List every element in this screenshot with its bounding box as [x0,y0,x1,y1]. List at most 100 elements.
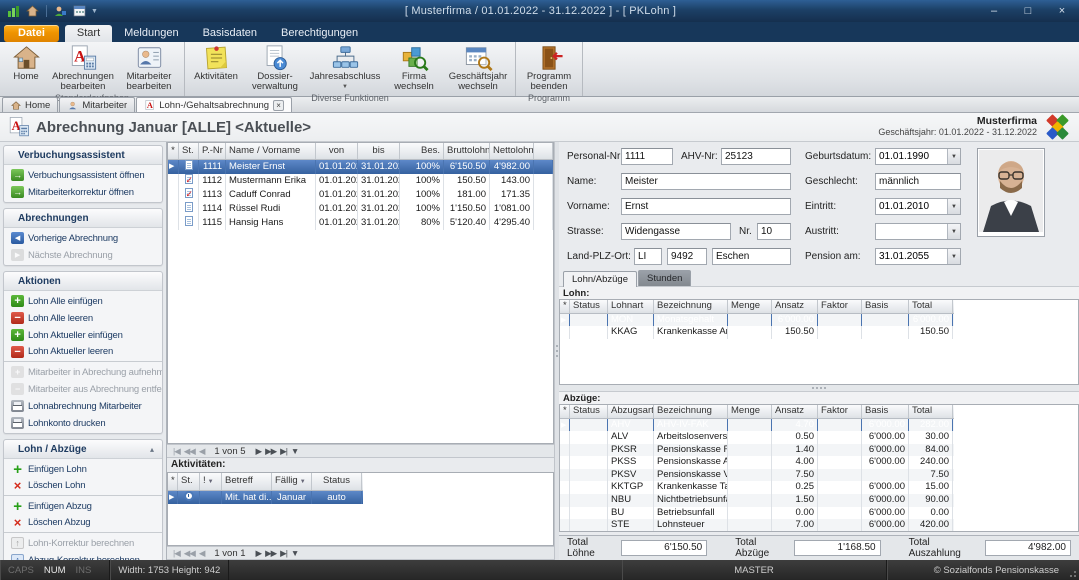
col-basis[interactable]: Basis [862,300,909,313]
section-header[interactable]: Lohn / Abzüge▴ [4,440,162,459]
pension-am-field[interactable] [876,249,947,264]
col-menge[interactable]: Menge [728,405,772,418]
home-button[interactable]: Home [2,43,50,93]
col-bezeichnung[interactable]: Bezeichnung [654,405,728,418]
ort-field[interactable] [712,248,791,265]
section-header[interactable]: Verbuchungsassistent [4,146,162,165]
col-pnr[interactable]: P.-Nr [199,143,226,159]
ribbon-tab[interactable]: Start [65,25,112,42]
combo-dropdown-icon[interactable]: ▼ [947,149,960,164]
pager-prevpage-icon[interactable]: ◀◀ [184,446,195,457]
pager-filter-icon[interactable]: ▼ [291,446,298,456]
sidebar-item[interactable]: Abzug-Korrektur berechnen [4,553,162,560]
pager-next-icon[interactable]: ▶ [256,548,262,559]
ribbon-tab[interactable]: Meldungen [112,25,190,42]
col-bes[interactable]: Bes. [400,143,444,159]
ahv-nr-field[interactable] [721,148,791,165]
col-netto[interactable]: Nettolohn [490,143,534,159]
filter-icon[interactable]: ▼ [300,479,306,485]
tab-lohn-gehaltsabrechnung[interactable]: A Lohn-/Gehaltsabrechnung × [136,97,292,112]
land-field[interactable] [634,248,662,265]
col-name[interactable]: Name / Vorname [226,143,316,159]
aktivitaeten-button[interactable]: Aktivitäten [187,43,245,93]
austritt-field[interactable] [876,224,947,239]
col-prio[interactable]: !▼ [200,473,222,490]
abzug-row[interactable]: STE Lohnsteuer 7.00 6'000.00 420.00 [560,519,954,532]
ribbon-tab[interactable]: Datei [4,25,59,42]
activity-row[interactable]: Mit. hat di... Januar auto [168,491,363,504]
col-total[interactable]: Total [909,405,953,418]
sidebar-item[interactable]: Lohnkonto drucken [4,416,162,430]
col-lohnart[interactable]: Lohnart [608,300,654,313]
col-st[interactable]: St. [178,473,200,490]
close-button[interactable]: × [1045,1,1079,21]
vorname-field[interactable] [621,198,791,215]
pager-nextpage-icon[interactable]: ▶▶ [265,446,276,457]
col-status[interactable]: Status [312,473,362,490]
lohn-row[interactable]: MON Monatsgehalt 6'000.00 6'000.00 [560,314,954,327]
calendar-quick-icon[interactable] [72,4,87,18]
sidebar-item[interactable]: Lohn-Korrektur berechnen [4,536,162,550]
section-header[interactable]: Aktionen [4,272,162,291]
col-total[interactable]: Total [909,300,953,313]
col-status[interactable]: Status [570,300,608,313]
pager-prev-icon[interactable]: ◀ [199,446,205,457]
detail-tab[interactable]: Lohn/Abzüge [563,271,637,287]
abzug-row[interactable]: PKSS Pensionskasse Alte... 4.00 6'000.00… [560,456,954,469]
lohn-row[interactable]: KKAG Krankenkasse Arbeitg... 150.50 150.… [560,326,954,339]
tab-mitarbeiter[interactable]: Mitarbeiter [59,97,135,112]
pager-last-icon[interactable]: ▶| [280,548,287,559]
pager-first-icon[interactable]: |◀ [173,548,180,559]
firma-wechseln-button[interactable]: Firma wechseln [385,43,443,93]
abzug-row[interactable]: PKSV Pensionskasse Ver... 7.50 7.50 [560,469,954,482]
col-brutto[interactable]: Bruttolohn [444,143,490,159]
name-field[interactable] [621,173,791,190]
col-ansatz[interactable]: Ansatz [772,405,818,418]
col-ansatz[interactable]: Ansatz [772,300,818,313]
sidebar-item[interactable]: Mitarbeiter in Abrechung aufnehmen [4,365,162,379]
col-status[interactable]: Status [570,405,608,418]
tab-home[interactable]: Home [2,97,58,112]
programm-beenden-button[interactable]: Programm beenden [518,43,580,93]
employee-row[interactable]: 1115 Hansig Hans 01.01.2022 31.01.2022 8… [168,216,553,230]
sidebar-item[interactable]: Einfügen Abzug [4,499,162,513]
abzug-row[interactable]: PKSR Pensionskasse Risiko 1.40 6'000.00 … [560,444,954,457]
pager-nextpage-icon[interactable]: ▶▶ [265,548,276,559]
collapse-icon[interactable]: ▴ [150,445,154,454]
abzug-row[interactable]: AHV AHV-IV-FAK 4.70 6'000.00 282.00 [560,419,954,432]
sidebar-item[interactable]: Lohnabrechnung Mitarbeiter [4,399,162,413]
sidebar-item[interactable]: Nächste Abrechnung [4,248,162,262]
ribbon-tab[interactable]: Basisdaten [191,25,269,42]
abrechnungen-bearbeiten-button[interactable]: A Abrechnungen bearbeiten [50,43,116,93]
plz-field[interactable] [667,248,707,265]
col-bis[interactable]: bis [358,143,400,159]
employee-row[interactable]: 1113 Caduff Conrad 01.01.2022 31.01.2022… [168,188,553,202]
combo-dropdown-icon[interactable]: ▼ [947,249,960,264]
filter-icon[interactable]: ▼ [208,479,214,485]
sidebar-item[interactable]: Lohn Aktueller einfügen [4,328,162,342]
sidebar-item[interactable]: Lohn Alle einfügen [4,294,162,308]
pager-first-icon[interactable]: |◀ [173,446,180,457]
abzug-row[interactable]: ALV Arbeitslosenversich... 0.50 6'000.00… [560,431,954,444]
app-chart-icon[interactable] [6,4,21,18]
jahresabschluss-button[interactable]: Jahresabschluss ▼ [305,43,385,93]
geschaeftsjahr-wechseln-button[interactable]: Geschäftsjahr wechseln [443,43,513,93]
employee-row[interactable]: 1111 Meister Ernst 01.01.2022 31.01.2022… [168,160,553,174]
pager-filter-icon[interactable]: ▼ [291,548,298,558]
pager-last-icon[interactable]: ▶| [280,446,287,457]
pager-next-icon[interactable]: ▶ [256,446,262,457]
maximize-button[interactable]: □ [1011,1,1045,21]
col-von[interactable]: von [316,143,358,159]
col-betreff[interactable]: Betreff [222,473,272,490]
col-faktor[interactable]: Faktor [818,300,862,313]
abzug-row[interactable]: KKTGP Krankenkasse Tagg... 0.25 6'000.00… [560,481,954,494]
col-menge[interactable]: Menge [728,300,772,313]
strasse-field[interactable] [621,223,731,240]
pager-prevpage-icon[interactable]: ◀◀ [184,548,195,559]
combo-dropdown-icon[interactable]: ▼ [947,224,960,239]
section-header[interactable]: Abrechnungen [4,209,162,228]
abzug-row[interactable]: BU Betriebsunfall 0.00 6'000.00 0.00 [560,507,954,520]
sidebar-item[interactable]: Einfügen Lohn [4,462,162,476]
user-quick-icon[interactable] [53,4,68,18]
detail-tab[interactable]: Stunden [638,270,691,286]
